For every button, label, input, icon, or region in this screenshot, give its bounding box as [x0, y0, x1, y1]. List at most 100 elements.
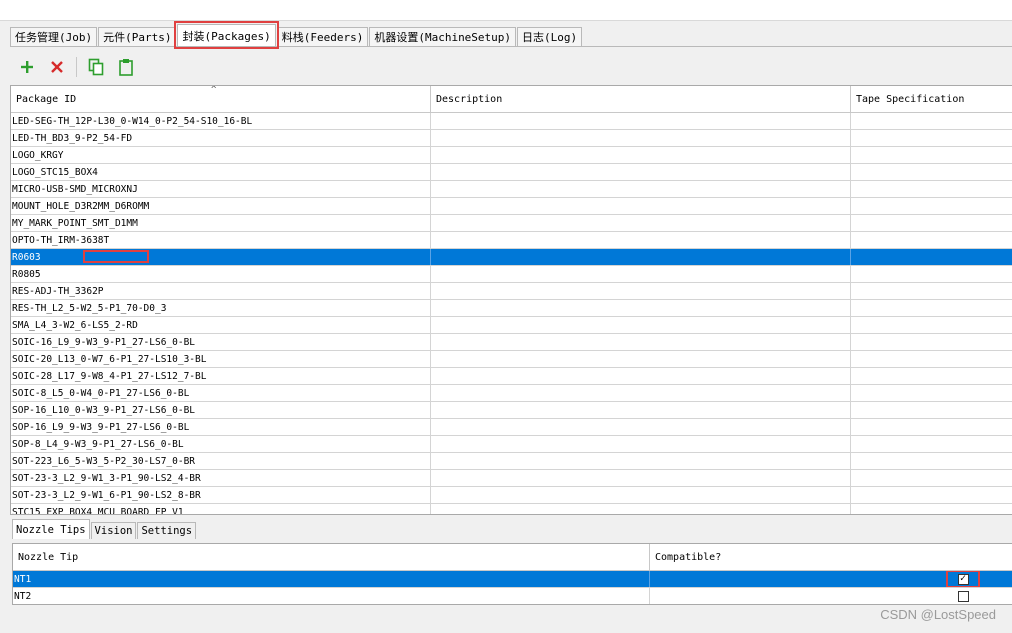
tab-vision[interactable]: Vision: [90, 522, 137, 539]
table-row[interactable]: SOP-8_L4_9-W3_9-P1_27-LS6_0-BL: [11, 436, 1012, 453]
compatible-checkbox[interactable]: ✓: [957, 573, 969, 585]
description-cell[interactable]: [431, 504, 851, 514]
table-row[interactable]: SOT-23-3_L2_9-W1_6-P1_90-LS2_8-BR: [11, 487, 1012, 504]
tab-nozzle-tips[interactable]: Nozzle Tips: [12, 519, 90, 539]
table-row[interactable]: R0805: [11, 266, 1012, 283]
table-row[interactable]: LOGO_STC15_BOX4: [11, 164, 1012, 181]
tape-spec-cell[interactable]: [851, 334, 1012, 350]
package-id-cell[interactable]: RES-TH_L2_5-W2_5-P1_70-D0_3: [11, 300, 431, 316]
package-id-cell[interactable]: SMA_L4_3-W2_6-LS5_2-RD: [11, 317, 431, 333]
package-id-cell[interactable]: R0805: [11, 266, 431, 282]
description-cell[interactable]: [431, 385, 851, 401]
description-cell[interactable]: [431, 453, 851, 469]
table-row[interactable]: SOP-16_L9_9-W3_9-P1_27-LS6_0-BL: [11, 419, 1012, 436]
table-row[interactable]: NT1 ✓: [13, 571, 1012, 588]
package-id-cell[interactable]: SOT-23-3_L2_9-W1_3-P1_90-LS2_4-BR: [11, 470, 431, 486]
tape-spec-cell[interactable]: [851, 283, 1012, 299]
table-row[interactable]: MICRO-USB-SMD_MICROXNJ: [11, 181, 1012, 198]
tape-spec-cell[interactable]: [851, 215, 1012, 231]
package-id-cell[interactable]: LOGO_STC15_BOX4: [11, 164, 431, 180]
table-row[interactable]: R0603: [11, 249, 1012, 266]
tape-spec-cell[interactable]: [851, 266, 1012, 282]
description-cell[interactable]: [431, 215, 851, 231]
table-row[interactable]: SOIC-8_L5_0-W4_0-P1_27-LS6_0-BL: [11, 385, 1012, 402]
table-row[interactable]: LED-SEG-TH_12P-L30_0-W14_0-P2_54-S10_16-…: [11, 113, 1012, 130]
tape-spec-cell[interactable]: [851, 504, 1012, 514]
description-cell[interactable]: [431, 487, 851, 503]
tab-settings[interactable]: Settings: [137, 522, 197, 539]
table-row[interactable]: SMA_L4_3-W2_6-LS5_2-RD: [11, 317, 1012, 334]
table-row[interactable]: MOUNT_HOLE_D3R2MM_D6ROMM: [11, 198, 1012, 215]
description-cell[interactable]: [431, 436, 851, 452]
nozzle-tip-cell[interactable]: NT2: [13, 588, 650, 604]
column-header-nozzle-tip[interactable]: Nozzle Tip: [13, 544, 650, 570]
table-row[interactable]: LED-TH_BD3_9-P2_54-FD: [11, 130, 1012, 147]
tape-spec-cell[interactable]: [851, 368, 1012, 384]
package-id-cell[interactable]: MICRO-USB-SMD_MICROXNJ: [11, 181, 431, 197]
package-id-cell[interactable]: LED-SEG-TH_12P-L30_0-W14_0-P2_54-S10_16-…: [11, 113, 431, 129]
table-row[interactable]: LOGO_KRGY: [11, 147, 1012, 164]
package-id-cell[interactable]: MOUNT_HOLE_D3R2MM_D6ROMM: [11, 198, 431, 214]
description-cell[interactable]: [431, 368, 851, 384]
description-cell[interactable]: [431, 470, 851, 486]
package-id-cell[interactable]: SOIC-8_L5_0-W4_0-P1_27-LS6_0-BL: [11, 385, 431, 401]
package-id-cell[interactable]: LED-TH_BD3_9-P2_54-FD: [11, 130, 431, 146]
tab-feeders[interactable]: 料栈(Feeders): [276, 27, 369, 46]
tape-spec-cell[interactable]: [851, 453, 1012, 469]
package-id-cell[interactable]: SOIC-16_L9_9-W3_9-P1_27-LS6_0-BL: [11, 334, 431, 350]
column-header-package-id[interactable]: Package ID ^: [11, 86, 431, 112]
tape-spec-cell[interactable]: [851, 402, 1012, 418]
tape-spec-cell[interactable]: [851, 470, 1012, 486]
tab-packages[interactable]: 封装(Packages): [174, 21, 279, 49]
tape-spec-cell[interactable]: [851, 487, 1012, 503]
tab-job[interactable]: 任务管理(Job): [10, 27, 98, 46]
description-cell[interactable]: [431, 402, 851, 418]
tape-spec-cell[interactable]: [851, 113, 1012, 129]
package-id-cell[interactable]: SOT-223_L6_5-W3_5-P2_30-LS7_0-BR: [11, 453, 431, 469]
description-cell[interactable]: [431, 130, 851, 146]
package-id-cell[interactable]: SOP-16_L9_9-W3_9-P1_27-LS6_0-BL: [11, 419, 431, 435]
delete-package-button[interactable]: [46, 56, 68, 78]
tape-spec-cell[interactable]: [851, 164, 1012, 180]
table-row[interactable]: SOP-16_L10_0-W3_9-P1_27-LS6_0-BL: [11, 402, 1012, 419]
table-row[interactable]: RES-TH_L2_5-W2_5-P1_70-D0_3: [11, 300, 1012, 317]
tape-spec-cell[interactable]: [851, 198, 1012, 214]
description-cell[interactable]: [431, 232, 851, 248]
description-cell[interactable]: [431, 198, 851, 214]
package-id-cell[interactable]: RES-ADJ-TH_3362P: [11, 283, 431, 299]
table-row[interactable]: SOIC-16_L9_9-W3_9-P1_27-LS6_0-BL: [11, 334, 1012, 351]
description-cell[interactable]: [431, 181, 851, 197]
tab-log[interactable]: 日志(Log): [517, 27, 583, 46]
description-cell[interactable]: [431, 419, 851, 435]
package-id-cell[interactable]: R0603: [11, 249, 431, 265]
tab-parts[interactable]: 元件(Parts): [98, 27, 177, 46]
copy-package-button[interactable]: [85, 56, 107, 78]
package-id-cell[interactable]: SOIC-20_L13_0-W7_6-P1_27-LS10_3-BL: [11, 351, 431, 367]
paste-package-button[interactable]: [115, 56, 137, 78]
description-cell[interactable]: [431, 283, 851, 299]
tape-spec-cell[interactable]: [851, 385, 1012, 401]
tape-spec-cell[interactable]: [851, 419, 1012, 435]
column-header-tape-specification[interactable]: Tape Specification: [851, 86, 1012, 112]
package-id-cell[interactable]: SOT-23-3_L2_9-W1_6-P1_90-LS2_8-BR: [11, 487, 431, 503]
compatible-checkbox[interactable]: [957, 590, 969, 602]
table-row[interactable]: SOIC-28_L17_9-W8_4-P1_27-LS12_7-BL: [11, 368, 1012, 385]
package-id-cell[interactable]: STC15_EXP_BOX4_MCU_BOARD_FP_V1: [11, 504, 431, 514]
description-cell[interactable]: [431, 317, 851, 333]
description-cell[interactable]: [431, 351, 851, 367]
package-id-cell[interactable]: SOP-16_L10_0-W3_9-P1_27-LS6_0-BL: [11, 402, 431, 418]
tape-spec-cell[interactable]: [851, 130, 1012, 146]
tape-spec-cell[interactable]: [851, 232, 1012, 248]
tape-spec-cell[interactable]: [851, 300, 1012, 316]
table-row[interactable]: RES-ADJ-TH_3362P: [11, 283, 1012, 300]
tape-spec-cell[interactable]: [851, 147, 1012, 163]
description-cell[interactable]: [431, 113, 851, 129]
table-row[interactable]: NT2: [13, 588, 1012, 604]
column-header-compatible[interactable]: Compatible?: [650, 544, 1012, 570]
tape-spec-cell[interactable]: [851, 351, 1012, 367]
description-cell[interactable]: [431, 300, 851, 316]
table-row[interactable]: MY_MARK_POINT_SMT_D1MM: [11, 215, 1012, 232]
table-row[interactable]: SOIC-20_L13_0-W7_6-P1_27-LS10_3-BL: [11, 351, 1012, 368]
package-id-cell[interactable]: OPTO-TH_IRM-3638T: [11, 232, 431, 248]
description-cell[interactable]: [431, 164, 851, 180]
